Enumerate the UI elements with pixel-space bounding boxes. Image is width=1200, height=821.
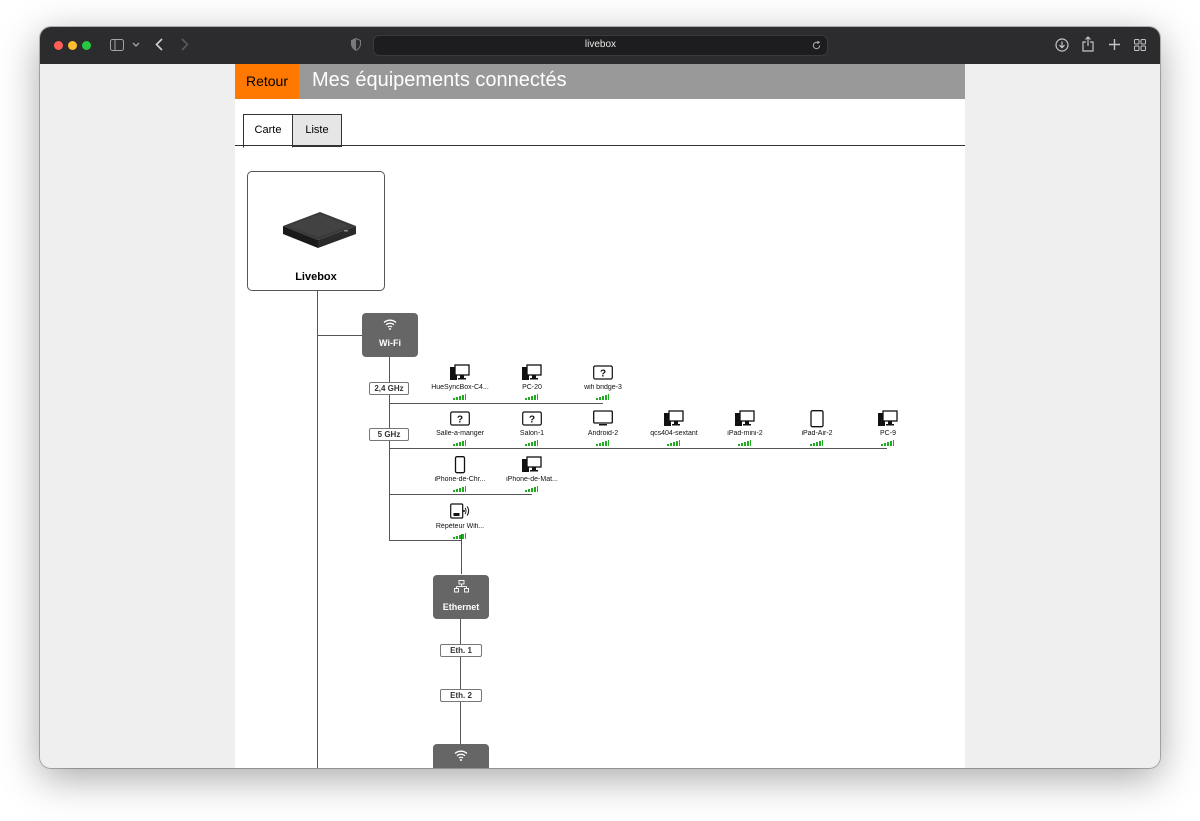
page-header: Retour Mes équipements connectés [235,64,965,99]
web-content: Retour Mes équipements connectés Carte L… [40,64,1160,768]
device-label: iPhone-de-Mat... [506,476,558,483]
device-android-2[interactable]: Android-2 [567,410,639,450]
signal-strength-icon [525,486,538,492]
device-wifi-bridge-3[interactable]: ? wifi bridge-3 [567,364,639,404]
svg-text:?: ? [457,415,463,426]
device-iphone-de-mat[interactable]: iPhone-de-Mat... [496,456,568,496]
livebox-page: Retour Mes équipements connectés Carte L… [235,64,965,768]
device-huesyncbox[interactable]: HueSyncBox-C4... [424,364,496,404]
browser-toolbar: livebox [40,27,1160,64]
device-label: Salle-a-manger [436,430,484,437]
signal-strength-icon [881,440,894,446]
zoom-window-button[interactable] [82,41,91,50]
livebox-router-icon [283,212,356,248]
signal-strength-icon [525,394,538,400]
device-ipad-mini-2[interactable]: iPad-mini-2 [709,410,781,450]
ethernet-branch-line [460,619,461,744]
tabs-divider [235,145,965,146]
device-ipad-air-2[interactable]: iPad-Air-2 [781,410,853,450]
signal-strength-icon [738,440,751,446]
wifi-hub[interactable]: Wi-Fi [362,313,418,357]
tablet-icon [810,410,824,428]
desktop-icon [522,364,542,380]
svg-text:?: ? [600,369,606,380]
signal-strength-icon [667,440,680,446]
ethernet-hub[interactable]: Ethernet [433,575,489,619]
livebox-label: Livebox [295,271,337,283]
signal-strength-icon [453,486,466,492]
share-icon[interactable] [1082,36,1094,52]
unknown-device-icon: ? [522,411,542,426]
sidebar-icon[interactable] [110,39,124,51]
signal-strength-icon [596,440,609,446]
tab-overview-icon[interactable] [1134,39,1146,51]
ethernet-hub-label: Ethernet [442,602,480,612]
repeater-wifi-hub[interactable] [433,744,489,768]
phone-icon [454,456,466,474]
close-window-button[interactable] [54,41,63,50]
tab-carte[interactable]: Carte [243,114,293,148]
livebox-card[interactable]: Livebox [247,171,385,291]
device-repeteur-wifi[interactable]: Répéteur Wifi... [424,503,496,543]
wifi-icon [454,750,468,761]
svg-text:?: ? [529,415,535,426]
minimize-window-button[interactable] [68,41,77,50]
reload-icon[interactable] [812,41,821,50]
device-label: iPad-mini-2 [727,430,763,437]
device-salle-a-manger[interactable]: ? Salle-a-manger [424,410,496,450]
signal-strength-icon [525,440,538,446]
device-label: PC-9 [880,430,896,437]
device-salon-1[interactable]: ? Salon-1 [496,410,568,450]
wifi-icon [383,319,397,330]
eth-port-2: Eth. 2 [440,689,482,702]
browser-window: livebox Retour Mes équipements connectés… [40,27,1160,768]
signal-strength-icon [453,394,466,400]
device-label: qcs404-sextant [650,430,698,437]
device-label: Android-2 [587,430,619,437]
signal-strength-icon [596,394,609,400]
device-label: PC-20 [522,384,542,391]
new-tab-icon[interactable] [1108,38,1121,51]
device-label: HueSyncBox-C4... [431,384,489,391]
unknown-device-icon: ? [450,411,470,426]
privacy-shield-icon[interactable] [351,38,361,51]
desktop-icon [878,410,898,426]
device-iphone-de-chr[interactable]: iPhone-de-Chr... [424,456,496,496]
device-label: iPhone-de-Chr... [434,476,486,483]
desktop-icon [450,364,470,380]
desktop-icon [735,410,755,426]
trunk-to-wifi-line [317,335,362,336]
device-label: Salon-1 [519,430,545,437]
device-pc-9[interactable]: PC-9 [852,410,924,450]
device-label: Répéteur Wifi... [435,523,485,530]
device-qcs404-sextant[interactable]: qcs404-sextant [638,410,710,450]
back-button[interactable]: Retour [235,64,299,99]
device-label: wifi bridge-3 [584,384,622,391]
band-5ghz: 5 GHz [369,428,409,441]
signal-strength-icon [453,533,466,539]
desktop-icon [664,410,684,426]
downloads-icon[interactable] [1055,38,1069,52]
ethernet-icon [454,580,469,593]
band-24ghz: 2,4 GHz [369,382,409,395]
signal-strength-icon [453,440,466,446]
wifi-hub-label: Wi-Fi [379,338,401,348]
page-title: Mes équipements connectés [312,69,567,91]
trunk-line [317,290,318,768]
signal-strength-icon [810,440,823,446]
eth-port-1: Eth. 1 [440,644,482,657]
back-icon[interactable] [155,38,163,51]
address-bar[interactable]: livebox [373,35,828,56]
address-text: livebox [584,39,617,50]
tv-icon [593,410,613,426]
chevron-down-icon[interactable] [132,42,140,48]
device-pc-20[interactable]: PC-20 [496,364,568,404]
tab-liste[interactable]: Liste [292,114,342,147]
forward-icon[interactable] [181,38,189,51]
repeater-icon [450,503,470,519]
device-label: iPad-Air-2 [801,430,833,437]
desktop-icon [522,456,542,472]
unknown-device-icon: ? [593,365,613,380]
